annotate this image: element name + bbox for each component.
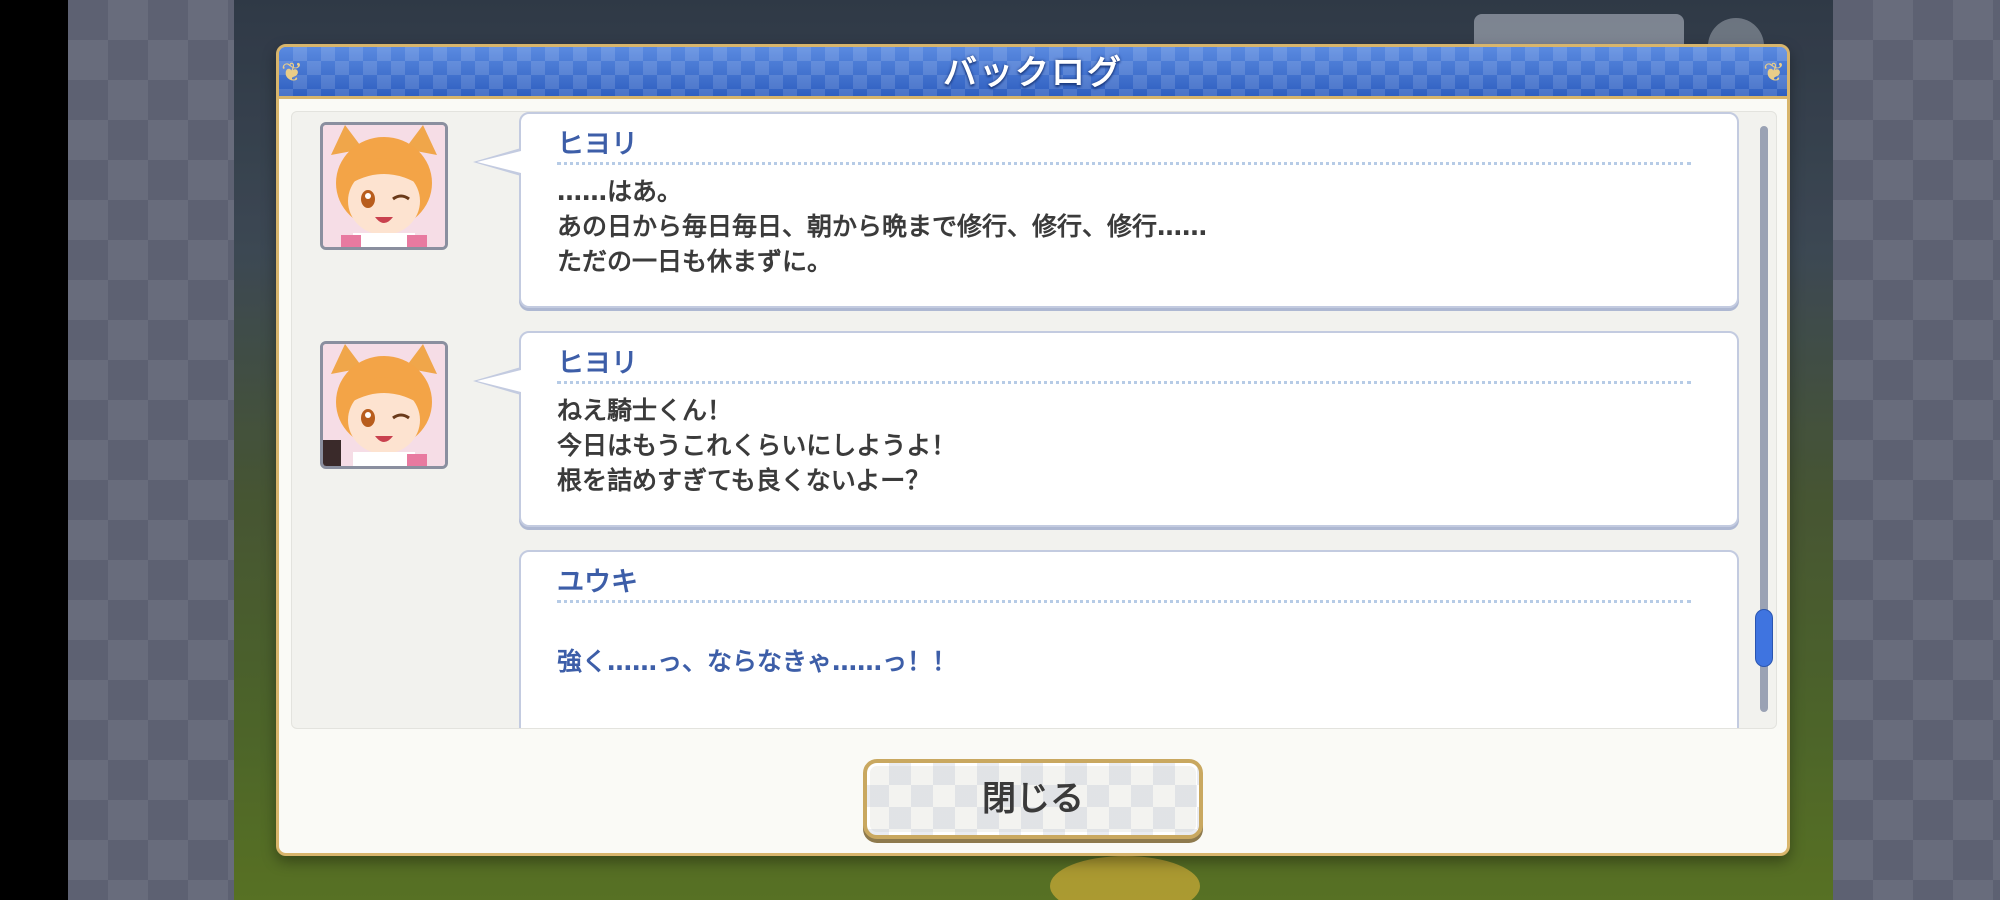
close-button-label: 閉じる (982, 779, 1084, 819)
message-text: 強く……っ、ならなきゃ……っ！！ (557, 647, 958, 676)
scrollbar-thumb[interactable] (1756, 610, 1772, 666)
backlog-scroll-area[interactable]: ヒヨリ ……はあ。 あの日から毎日毎日、朝から晩まで修行、修行、修行…… ただの… (291, 111, 1777, 729)
close-button[interactable]: 閉じる (863, 759, 1203, 839)
message-bubble: ユウキ 強く……っ、ならなきゃ……っ！！ (519, 550, 1739, 728)
message-text: ……はあ。 あの日から毎日毎日、朝から晩まで修行、修行、修行…… ただの一日も休… (557, 177, 1208, 276)
background-pattern-left (68, 0, 234, 900)
speaker-divider (557, 381, 1691, 384)
bubble-tail (473, 148, 521, 176)
hiyori-avatar (320, 122, 448, 250)
corner-ornament-right-icon: ❦ (1763, 58, 1785, 88)
speaker-divider (557, 162, 1691, 165)
hiyori-portrait-icon (323, 125, 445, 247)
corner-ornament-left-icon: ❦ (281, 58, 303, 88)
hiyori-avatar (320, 341, 448, 469)
hiyori-portrait-icon (323, 344, 445, 466)
message-bubble: ヒヨリ ……はあ。 あの日から毎日毎日、朝から晩まで修行、修行、修行…… ただの… (473, 112, 1739, 308)
bubble-tail (473, 367, 521, 395)
dialog-title: バックログ (943, 53, 1123, 93)
speaker-name: ヒヨリ (557, 129, 638, 160)
letterbox-left (0, 0, 68, 900)
message-text: ねえ騎士くん！ 今日はもうこれくらいにしようよ！ 根を詰めすぎても良くないよー？ (557, 396, 957, 495)
background-pattern-right (1833, 0, 2000, 900)
speaker-name: ヒヨリ (557, 348, 638, 379)
message-bubble: ヒヨリ ねえ騎士くん！ 今日はもうこれくらいにしようよ！ 根を詰めすぎても良くな… (473, 331, 1739, 527)
speaker-name: ユウキ (557, 567, 638, 598)
speaker-divider (557, 600, 1691, 603)
backlog-dialog: バックログ ❦ ❦ ヒヨリ ……はあ。 あの日から毎日毎日、朝から晩まで修行、修… (276, 44, 1790, 856)
